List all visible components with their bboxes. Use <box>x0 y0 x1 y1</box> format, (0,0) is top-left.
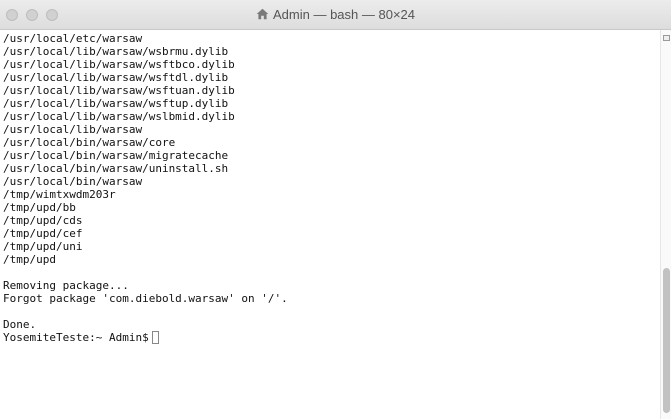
title-bar: Admin — bash — 80×24 <box>0 0 671 30</box>
scrollbar[interactable] <box>660 30 671 419</box>
terminal-line: /usr/local/bin/warsaw/migratecache <box>3 149 229 162</box>
terminal-line: /usr/local/bin/warsaw <box>3 175 143 188</box>
prompt-line: YosemiteTeste:~ Admin$ <box>3 331 660 344</box>
text-cursor <box>151 331 159 344</box>
terminal-line: /tmp/upd/uni <box>3 240 83 253</box>
terminal-line: /usr/local/bin/warsaw/core <box>3 136 176 149</box>
terminal-line: /tmp/upd/cef <box>3 227 83 240</box>
terminal-line: /usr/local/lib/warsaw/wsftbco.dylib <box>3 58 235 71</box>
terminal-line: Done. <box>3 318 37 331</box>
terminal-line: /usr/local/bin/warsaw/uninstall.sh <box>3 162 229 175</box>
scrollbar-thumb[interactable] <box>663 268 670 413</box>
terminal-output[interactable]: /usr/local/etc/warsaw/usr/local/lib/wars… <box>0 30 660 419</box>
split-pane-icon[interactable] <box>663 35 670 41</box>
terminal-line: /tmp/upd/bb <box>3 201 76 214</box>
window-title: Admin — bash — 80×24 <box>0 7 671 22</box>
window-title-text: Admin — bash — 80×24 <box>273 7 415 22</box>
terminal-line: /tmp/upd/cds <box>3 214 83 227</box>
terminal-line: /tmp/wimtxwdm203r <box>3 188 116 201</box>
terminal-line: /usr/local/lib/warsaw/wslbmid.dylib <box>3 110 235 123</box>
terminal-line: /usr/local/lib/warsaw <box>3 123 143 136</box>
shell-prompt: YosemiteTeste:~ Admin$ <box>3 331 149 344</box>
terminal-line: /usr/local/lib/warsaw/wsbrmu.dylib <box>3 45 229 58</box>
terminal-line: Removing package... <box>3 279 129 292</box>
terminal-line: /tmp/upd <box>3 253 56 266</box>
terminal-line: Forgot package 'com.diebold.warsaw' on '… <box>3 292 288 305</box>
terminal-line: /usr/local/lib/warsaw/wsftup.dylib <box>3 97 229 110</box>
terminal-line: /usr/local/etc/warsaw <box>3 32 143 45</box>
home-icon <box>256 8 269 20</box>
terminal-line: /usr/local/lib/warsaw/wsftdl.dylib <box>3 71 229 84</box>
terminal-line: /usr/local/lib/warsaw/wsftuan.dylib <box>3 84 235 97</box>
